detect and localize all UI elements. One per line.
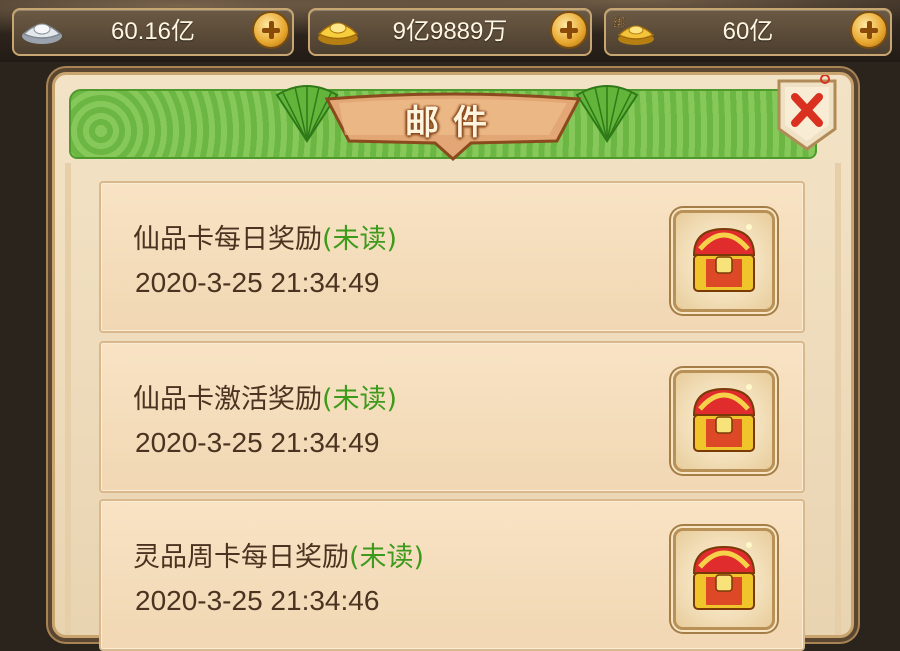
mail-title: 仙品卡每日奖励(未读) [133,217,397,256]
bound-gold-currency: 绑 60亿 [604,8,892,56]
mail-dialog: 邮件 仙品卡每日奖励(未读) 2020-3-25 21:34:49 仙品卡激活奖… [52,72,854,651]
treasure-chest-icon [692,384,756,452]
mail-subject: 仙品卡每日奖励 [133,224,322,255]
dialog-title: 邮件 [405,103,501,143]
mail-item[interactable]: 仙品卡激活奖励(未读) 2020-3-25 21:34:49 [99,341,805,493]
mail-timestamp: 2020-3-25 21:34:49 [135,267,380,298]
currency-bar: 60.16亿 9亿9889万 绑 60亿 [0,0,900,62]
treasure-chest-icon [692,542,756,610]
silver-currency: 60.16亿 [12,8,294,56]
mail-subject: 仙品卡激活奖励 [133,384,322,415]
unread-status: (未读) [322,384,398,415]
mail-title: 仙品卡激活奖励(未读) [133,377,397,416]
add-gold-button[interactable] [550,11,588,49]
reward-slot[interactable] [673,370,775,472]
mail-subject: 灵品周卡每日奖励 [133,542,349,573]
gold-amount: 9亿9889万 [392,18,508,45]
bound-gold-amount: 60亿 [722,18,774,45]
reward-slot[interactable] [673,210,775,312]
silver-amount: 60.16亿 [110,18,196,45]
add-bound-gold-button[interactable] [850,11,888,49]
bound-badge: 绑 [613,16,625,30]
unread-status: (未读) [322,224,398,255]
mail-timestamp: 2020-3-25 21:34:49 [135,427,380,458]
add-silver-button[interactable] [252,11,290,49]
mail-timestamp: 2020-3-25 21:34:46 [135,585,380,616]
gold-ingot-icon [317,22,359,45]
mail-title: 灵品周卡每日奖励(未读) [133,535,424,574]
mail-item[interactable]: 仙品卡每日奖励(未读) 2020-3-25 21:34:49 [99,181,805,333]
title-plate: 邮件 [321,81,585,162]
gold-currency: 9亿9889万 [308,8,592,56]
bound-gold-ingot-icon: 绑 [613,16,655,45]
unread-status: (未读) [349,542,425,573]
treasure-chest-icon [692,224,756,292]
reward-slot[interactable] [673,528,775,630]
silver-ingot-icon [22,23,62,44]
mail-item[interactable]: 灵品周卡每日奖励(未读) 2020-3-25 21:34:46 [99,499,805,651]
close-button[interactable] [771,75,843,153]
